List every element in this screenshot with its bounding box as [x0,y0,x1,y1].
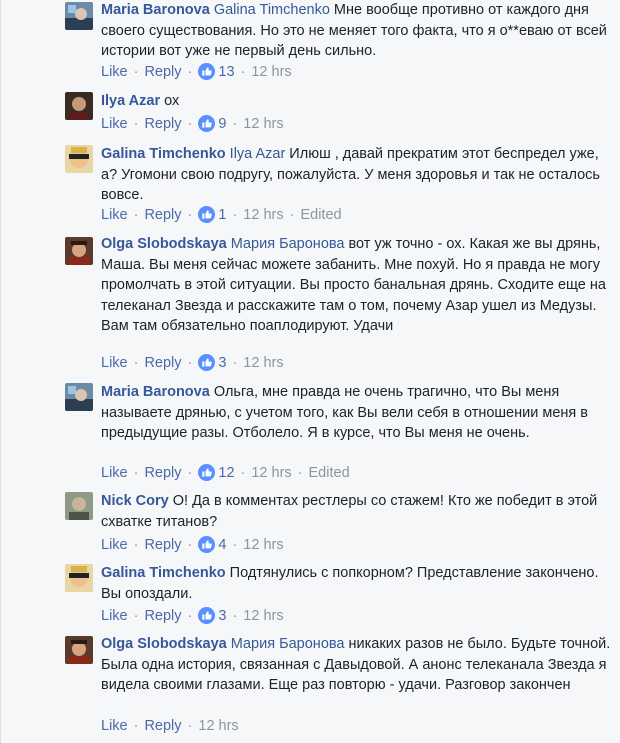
comment-text: О! Да в комментах рестлеры со стажем! Кт… [101,493,598,530]
comment-body: Olga Slobodskaya Мария Баронова вот уж т… [101,234,611,337]
comment-actions: Like · Reply · 12 · 12 hrs · Edited [101,464,350,481]
reply-button[interactable]: Reply [144,608,181,624]
avatar[interactable] [65,636,93,664]
reactions-badge[interactable]: 3 [198,354,226,371]
ilya-avatar-icon [65,92,93,120]
reply-button[interactable]: Reply [144,718,181,734]
reply-button[interactable]: Reply [144,64,181,80]
comment-body: Olga Slobodskaya Мария Баронова никаких … [101,634,611,696]
comment-timestamp[interactable]: 12 hrs [251,64,291,80]
comment-timestamp[interactable]: 12 hrs [198,718,238,734]
like-button[interactable]: Like [101,355,128,371]
reactions-badge[interactable]: 1 [198,206,226,223]
nick-avatar-icon [65,492,93,520]
comment-mention[interactable]: Galina Timchenko [214,2,330,18]
comment-actions: Like · Reply · 12 hrs [101,718,239,734]
reactions-badge[interactable]: 9 [198,115,226,132]
maria-avatar-icon [65,2,93,30]
comment-author[interactable]: Maria Baronova [101,384,210,400]
reactions-badge[interactable]: 12 [198,464,235,481]
comment-actions: Like · Reply · 1 · 12 hrs · Edited [101,206,342,223]
comment-author[interactable]: Olga Slobodskaya [101,636,227,652]
like-button[interactable]: Like [101,207,128,223]
like-reaction-icon [198,464,216,481]
maria-avatar-icon [65,383,93,411]
comment-author[interactable]: Galina Timchenko [101,565,226,581]
like-button[interactable]: Like [101,537,128,553]
like-button[interactable]: Like [101,718,128,734]
comment-author[interactable]: Olga Slobodskaya [101,236,227,252]
comment-author[interactable]: Galina Timchenko [101,146,226,162]
reply-button[interactable]: Reply [144,537,181,553]
comment-timestamp[interactable]: 12 hrs [243,116,283,132]
galina-avatar-icon [65,564,93,592]
comment-author[interactable]: Maria Baronova [101,2,210,18]
avatar[interactable] [65,92,93,120]
like-reaction-icon [198,354,216,371]
reply-button[interactable]: Reply [144,116,181,132]
like-button[interactable]: Like [101,608,128,624]
edited-label[interactable]: Edited [309,465,350,481]
comment-author[interactable]: Ilya Azar [101,93,160,109]
edited-label[interactable]: Edited [300,207,341,223]
reply-button[interactable]: Reply [144,465,181,481]
avatar[interactable] [65,492,93,520]
reactions-badge[interactable]: 4 [198,536,226,553]
avatar[interactable] [65,237,93,265]
like-button[interactable]: Like [101,64,128,80]
comment-text: ох [160,93,180,109]
like-reaction-icon [198,63,216,80]
comment-body: Maria Baronova Galina Timchenko Мне вооб… [101,0,611,62]
olga-avatar-icon [65,237,93,265]
reply-button[interactable]: Reply [144,207,181,223]
comment-actions: Like · Reply · 4 · 12 hrs [101,536,284,553]
reactions-badge[interactable]: 3 [198,607,226,624]
like-button[interactable]: Like [101,116,128,132]
avatar[interactable] [65,2,93,30]
comment-actions: Like · Reply · 3 · 12 hrs [101,607,284,624]
comment-timestamp[interactable]: 12 hrs [243,608,283,624]
galina-avatar-icon [65,145,93,173]
comment-actions: Like · Reply · 13 · 12 hrs [101,63,292,80]
comment-mention[interactable]: Мария Баронова [231,636,345,652]
comment-mention[interactable]: Ilya Azar [230,146,286,162]
like-reaction-icon [198,206,216,223]
avatar[interactable] [65,383,93,411]
like-reaction-icon [198,536,216,553]
comment-body: Maria Baronova Ольга, мне правда не очен… [101,382,611,444]
comment-body: Galina Timchenko Подтянулись с попкорном… [101,563,611,604]
reactions-badge[interactable]: 13 [198,63,235,80]
comment-mention[interactable]: Мария Баронова [231,236,345,252]
comment-author[interactable]: Nick Cory [101,493,169,509]
like-reaction-icon [198,115,216,132]
comment-timestamp[interactable]: 12 hrs [251,465,291,481]
like-reaction-icon [198,607,216,624]
comment-timestamp[interactable]: 12 hrs [243,537,283,553]
olga-avatar-icon [65,636,93,664]
comment-body: Nick Cory О! Да в комментах рестлеры со … [101,491,611,532]
comment-body: Galina Timchenko Ilya Azar Илюш , давай … [101,144,611,206]
avatar[interactable] [65,145,93,173]
comment-timestamp[interactable]: 12 hrs [243,207,283,223]
reply-button[interactable]: Reply [144,355,181,371]
comment-body: Ilya Azar ох [101,91,611,112]
like-button[interactable]: Like [101,465,128,481]
comment-actions: Like · Reply · 9 · 12 hrs [101,115,284,132]
comment-actions: Like · Reply · 3 · 12 hrs [101,354,284,371]
comment-timestamp[interactable]: 12 hrs [243,355,283,371]
avatar[interactable] [65,564,93,592]
comment-thread: Maria Baronova Galina Timchenko Мне вооб… [0,0,620,743]
